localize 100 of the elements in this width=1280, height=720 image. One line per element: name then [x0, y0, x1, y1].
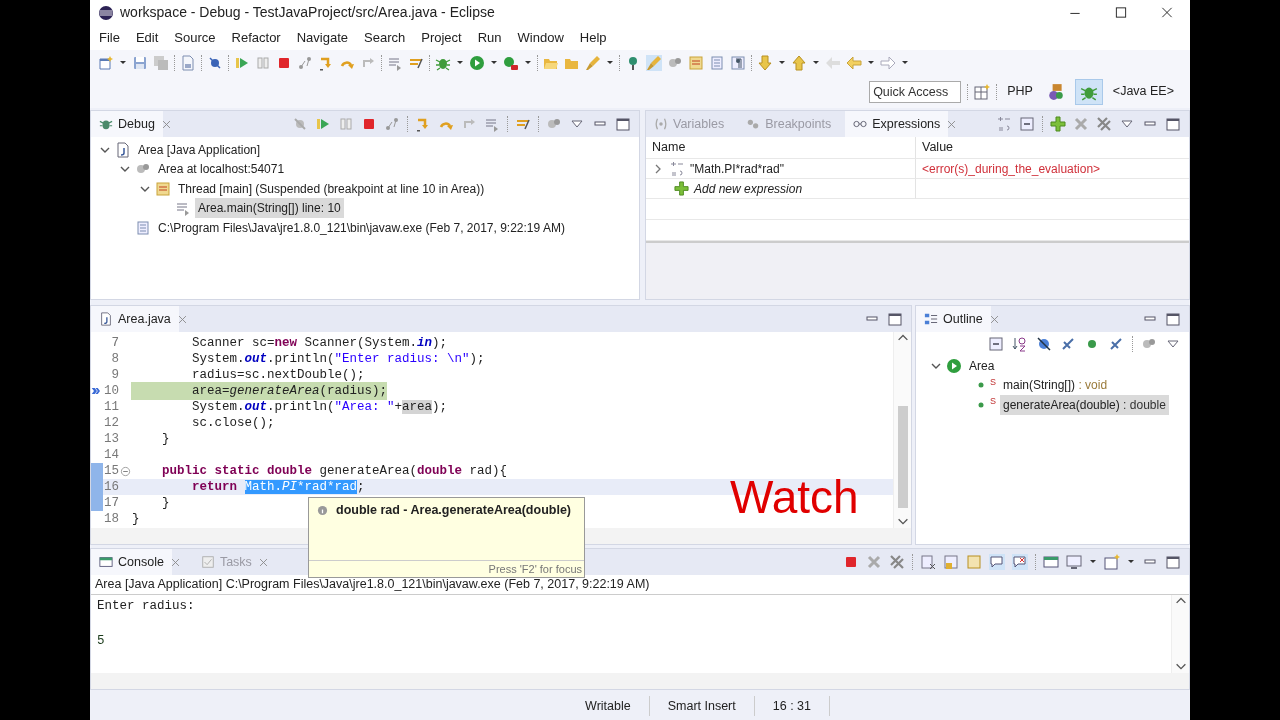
close-icon[interactable]	[257, 556, 269, 568]
error-console-icon[interactable]	[1012, 554, 1028, 570]
tree-item[interactable]: C:\Program Files\Java\jre1.8.0_121\bin\javaw.exe (Feb 7, 2017, 9:22:19 AM)	[155, 217, 568, 238]
tree-item[interactable]: Area	[966, 355, 998, 376]
external-tools-icon[interactable]	[503, 54, 519, 71]
scrollbar-thumb[interactable]	[897, 406, 908, 508]
binary-file-icon[interactable]	[180, 54, 196, 71]
remove-all-icon[interactable]	[1096, 116, 1112, 132]
menu-item[interactable]: File	[94, 27, 125, 48]
status-text: 16 : 31	[772, 697, 811, 715]
skip-breakpoints-icon[interactable]	[207, 54, 223, 71]
menu-item[interactable]: Source	[169, 27, 221, 48]
panel-tab[interactable]: Debug	[91, 111, 163, 137]
marker-icon[interactable]	[646, 54, 662, 71]
console-icon[interactable]	[1043, 554, 1059, 570]
menu-item[interactable]: Help	[574, 27, 612, 48]
expression-icon[interactable]	[996, 116, 1012, 132]
remove-icon[interactable]	[866, 554, 882, 570]
close-icon[interactable]	[946, 118, 958, 130]
expression-name[interactable]: "Math.PI*rad*rad"	[690, 159, 784, 178]
stop-icon[interactable]	[843, 554, 859, 570]
menu-item[interactable]: Navigate	[291, 27, 353, 48]
down-arrow-icon[interactable]	[757, 54, 773, 71]
save-all-icon[interactable]	[153, 54, 169, 71]
add-icon[interactable]	[1050, 116, 1066, 132]
fold-icon[interactable]	[119, 465, 131, 477]
maximize-icon[interactable]	[1165, 554, 1181, 570]
tree-item[interactable]: Thread [main] (Suspended (breakpoint at line 10 in Area))	[175, 178, 488, 199]
menu-item[interactable]: Run	[472, 27, 507, 48]
tab-label: Console	[118, 553, 164, 571]
step-into-icon[interactable]	[415, 116, 431, 132]
perspective-button[interactable]: <Java EE>	[1108, 78, 1178, 105]
new-file-icon[interactable]	[98, 54, 114, 71]
pin-console-icon[interactable]	[989, 554, 1005, 570]
panel-tab[interactable]: Area.java	[91, 306, 179, 332]
column-header[interactable]: Value	[922, 138, 954, 157]
add-expression-link[interactable]: Add new expression	[694, 179, 803, 198]
line-number: 18	[103, 510, 119, 528]
drop-frame-icon[interactable]	[484, 116, 500, 132]
back-arrow-icon[interactable]	[846, 54, 862, 71]
tree-item[interactable]: generateArea(double) : double	[1000, 394, 1169, 415]
close-icon[interactable]	[169, 556, 181, 568]
panel-tab[interactable]: Console	[91, 549, 172, 575]
stop-icon[interactable]	[361, 116, 377, 132]
new-window-icon[interactable]	[1104, 554, 1120, 570]
quick-access-field[interactable]: Quick Access	[869, 80, 962, 103]
tree-item[interactable]: main(String[]) : void	[1000, 375, 1111, 396]
hide-fields-icon[interactable]	[1036, 336, 1052, 352]
code-line: }	[161, 430, 170, 448]
up-arrow-icon[interactable]	[791, 54, 807, 71]
pause-icon[interactable]	[255, 54, 271, 71]
maximize-icon[interactable]	[615, 116, 631, 132]
brush-icon[interactable]	[585, 54, 601, 71]
remove-all-icon[interactable]	[889, 554, 905, 570]
add-icon[interactable]	[674, 181, 689, 196]
maximize-icon[interactable]	[1165, 116, 1181, 132]
collapse-all-icon[interactable]	[988, 336, 1004, 352]
run-icon[interactable]	[469, 54, 485, 71]
perspective-button[interactable]	[1074, 78, 1103, 105]
column-header[interactable]: Name	[652, 138, 686, 157]
save-icon[interactable]	[132, 54, 148, 71]
horizontal-scrollbar[interactable]	[91, 673, 1189, 689]
pause-icon[interactable]	[338, 116, 354, 132]
hide-static-icon[interactable]	[1060, 336, 1076, 352]
hide-static-icon[interactable]	[1108, 336, 1124, 352]
page-icon[interactable]	[709, 54, 725, 71]
menu-item[interactable]: Search	[359, 27, 411, 48]
menu-item[interactable]: Project	[416, 27, 467, 48]
disconnect-icon[interactable]	[297, 54, 313, 71]
panel-tab[interactable]: Outline	[916, 306, 991, 332]
tree-item[interactable]: Area.main(String[]) line: 10	[195, 198, 344, 219]
forward-arrow-icon[interactable]	[880, 54, 896, 71]
menu-item[interactable]: Edit	[130, 27, 164, 48]
tree-item[interactable]: Area at localhost:54071	[155, 159, 288, 180]
paragraph-icon[interactable]	[730, 54, 746, 71]
vertical-scrollbar[interactable]	[1171, 595, 1189, 673]
document-icon[interactable]	[688, 54, 704, 71]
open-perspective-icon[interactable]	[974, 83, 991, 100]
remove-icon[interactable]	[1073, 116, 1089, 132]
close-icon[interactable]	[988, 313, 1000, 325]
panel-tab[interactable]: Expressions	[845, 111, 949, 137]
collapse-all-icon[interactable]	[1019, 116, 1035, 132]
monitor-icon[interactable]	[1066, 554, 1082, 570]
vertical-scrollbar[interactable]	[893, 332, 911, 528]
close-icon[interactable]	[160, 118, 172, 130]
maximize-icon[interactable]	[887, 311, 903, 327]
resume-icon[interactable]	[315, 116, 331, 132]
disconnect-icon[interactable]	[384, 116, 400, 132]
menu-item[interactable]: Window	[512, 27, 569, 48]
tab-label: Breakpoints	[765, 115, 832, 133]
expression-icon	[669, 160, 685, 177]
tree-item[interactable]: Area [Java Application]	[135, 139, 264, 160]
menu-item[interactable]: Refactor	[226, 27, 286, 48]
clear-icon[interactable]	[920, 554, 936, 570]
process-icon	[135, 219, 151, 236]
sort-icon[interactable]	[1012, 336, 1028, 352]
perspective-button[interactable]: PHP	[1003, 78, 1037, 105]
maximize-icon[interactable]	[1165, 311, 1181, 327]
scroll-lock-icon[interactable]	[943, 554, 959, 570]
close-icon[interactable]	[176, 313, 188, 325]
